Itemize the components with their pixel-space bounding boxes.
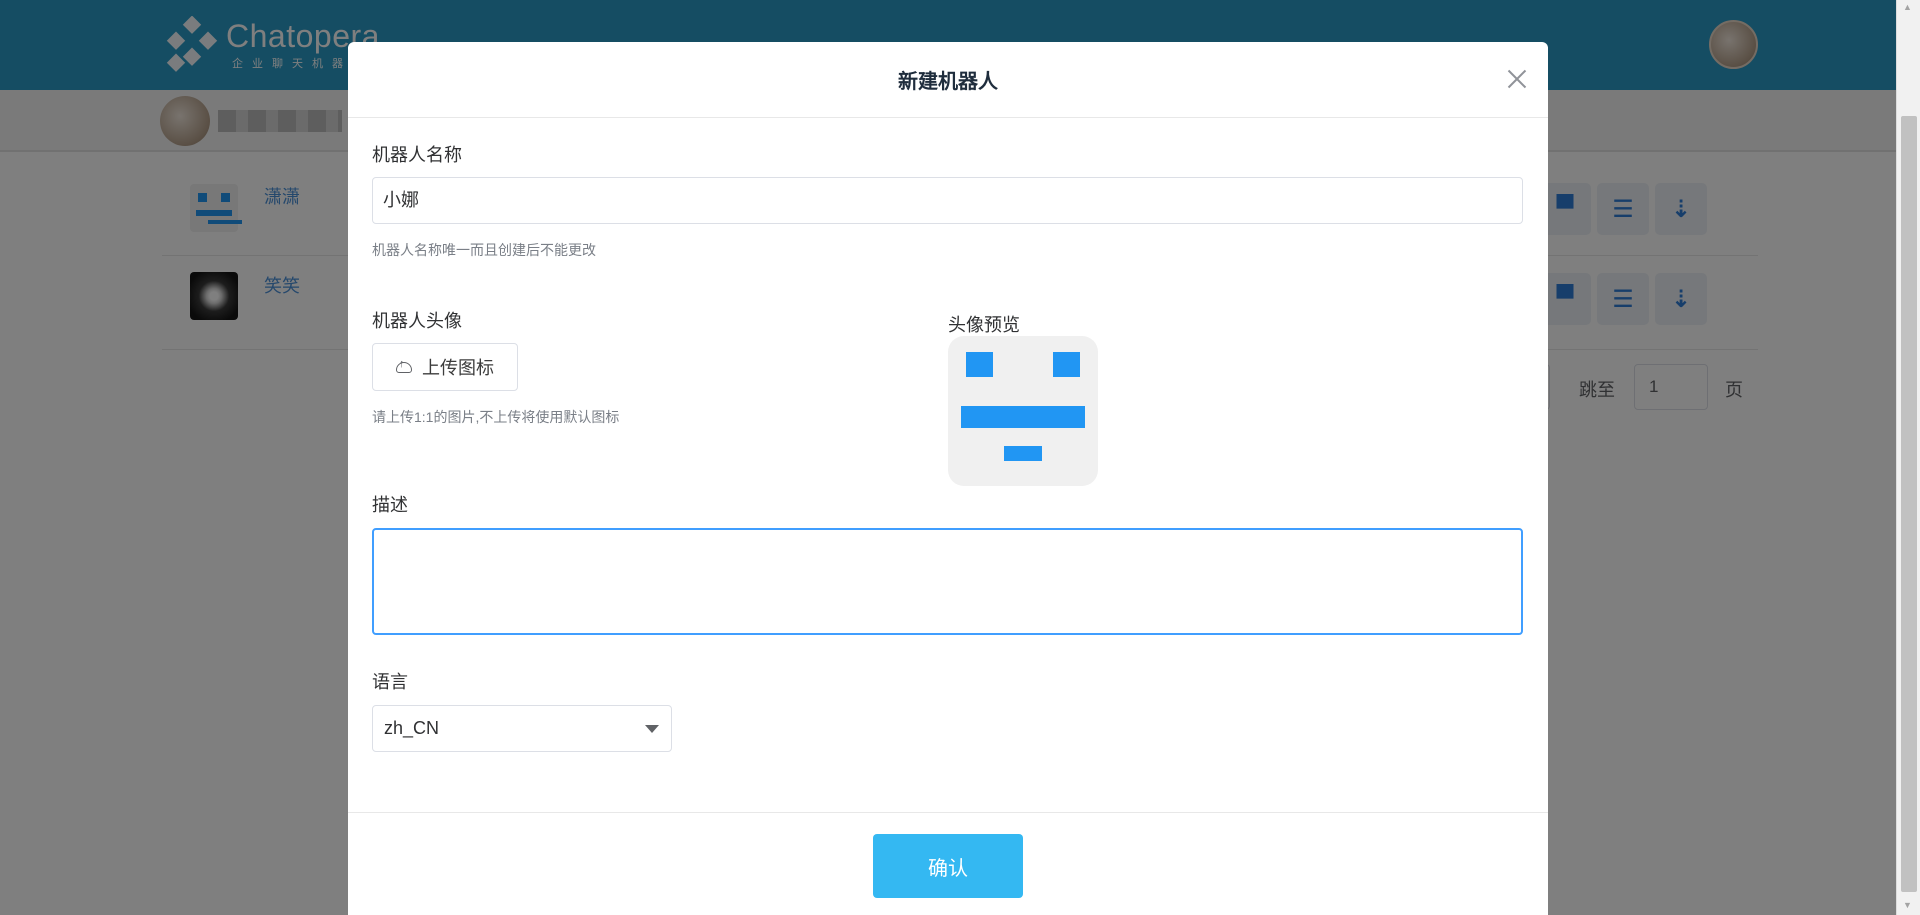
description-textarea[interactable] [372, 528, 1523, 635]
bot-name-label: 机器人名称 [372, 145, 462, 165]
upload-icon-button[interactable]: 上传图标 [372, 343, 518, 391]
preview-mouth [961, 406, 1085, 428]
close-icon[interactable] [1502, 64, 1532, 94]
preview-eye-right [1053, 352, 1080, 377]
upload-button-label: 上传图标 [422, 358, 494, 378]
page-scrollbar[interactable]: ▲ ▼ [1896, 0, 1920, 915]
upload-hint: 请上传1:1的图片,不上传将使用默认图标 [372, 409, 620, 425]
dialog-footer: 确认 [348, 812, 1548, 915]
dialog-title: 新建机器人 [898, 71, 998, 93]
scroll-down-icon[interactable]: ▼ [1903, 900, 1912, 910]
language-select[interactable]: zh_CN [372, 705, 672, 752]
cloud-upload-icon [396, 358, 412, 373]
preview-eye-left [966, 352, 993, 377]
description-label: 描述 [372, 495, 408, 515]
preview-chin [1004, 446, 1042, 461]
bot-name-hint: 机器人名称唯一而且创建后不能更改 [372, 242, 596, 258]
language-label: 语言 [372, 672, 408, 692]
language-selected-value: zh_CN [384, 718, 440, 738]
avatar-preview-image [948, 336, 1098, 486]
confirm-button[interactable]: 确认 [873, 834, 1023, 898]
dialog-header: 新建机器人 [348, 42, 1548, 118]
scroll-up-icon[interactable]: ▲ [1903, 2, 1912, 12]
create-bot-dialog: 新建机器人 机器人名称 小娜 机器人名称唯一而且创建后不能更改 机器人头像 上传… [348, 42, 1548, 915]
bot-avatar-label: 机器人头像 [372, 311, 462, 331]
avatar-preview-label: 头像预览 [948, 315, 1020, 335]
scroll-thumb[interactable] [1901, 116, 1917, 892]
bot-name-input[interactable]: 小娜 [372, 177, 1523, 224]
caret-down-icon [645, 725, 659, 733]
